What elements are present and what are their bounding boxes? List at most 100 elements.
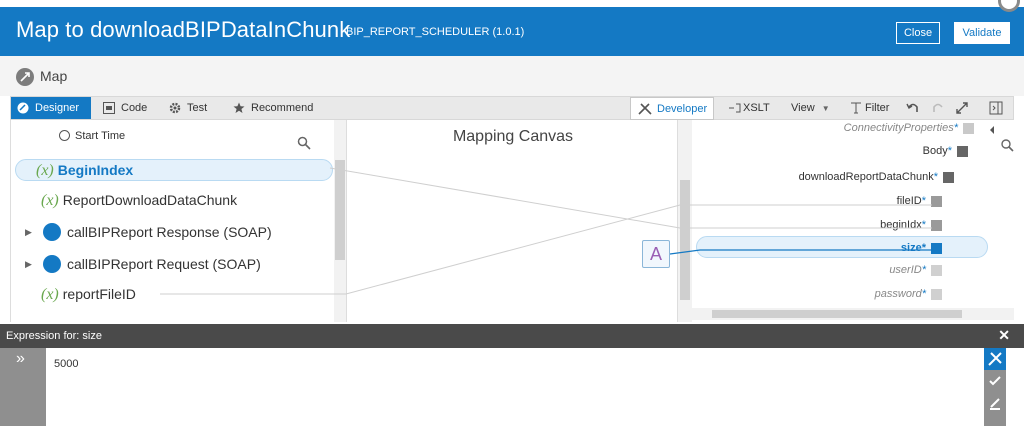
- search-icon[interactable]: [297, 136, 311, 150]
- tab-code[interactable]: Code: [97, 97, 157, 119]
- variable-icon: (x): [41, 192, 59, 209]
- filter-button[interactable]: Filter: [849, 97, 889, 119]
- integration-subtitle: BIP_REPORT_SCHEDULER (1.0.1): [346, 26, 525, 38]
- undo-icon[interactable]: [906, 101, 920, 115]
- tree-item-fileid[interactable]: fileID*: [897, 195, 942, 207]
- tree-item-downloadreportdatachunk[interactable]: downloadReportDataChunk*: [799, 171, 954, 183]
- tree-item-label: fileID: [896, 195, 922, 207]
- tree-item-label: size: [900, 242, 922, 254]
- expression-header: Expression for: size ✕: [0, 324, 1024, 348]
- user-avatar-icon[interactable]: [998, 0, 1020, 12]
- variable-icon: (x): [36, 162, 54, 179]
- caret-right-icon[interactable]: ▶: [25, 259, 32, 270]
- close-icon[interactable]: ✕: [998, 327, 1010, 344]
- map-icon: [16, 68, 34, 86]
- tree-item-label: reportFileID: [62, 286, 136, 302]
- tree-item-reportdownloaddatachunk[interactable]: (x) ReportDownloadDataChunk: [41, 192, 237, 210]
- tree-item-label: BeginIndex: [57, 162, 134, 178]
- tree-item-label: password: [874, 288, 922, 300]
- string-type-icon: [931, 264, 942, 276]
- tree-item-label: callBIPReport Request (SOAP): [67, 256, 261, 272]
- tree-item-label: ReportDownloadDataChunk: [62, 192, 238, 208]
- validate-button[interactable]: Validate: [954, 22, 1010, 44]
- tree-item-beginidx[interactable]: beginIdx*: [880, 219, 942, 231]
- developer-toggle[interactable]: Developer: [630, 97, 714, 120]
- tools-icon: [988, 352, 1002, 366]
- expand-icon[interactable]: [955, 101, 969, 115]
- redo-icon[interactable]: [931, 101, 945, 115]
- variable-icon: (x): [41, 286, 59, 303]
- source-scrollbar[interactable]: [334, 120, 346, 322]
- soap-service-icon: [43, 223, 61, 242]
- required-marker: *: [953, 122, 958, 134]
- tree-item-callbipreport-response[interactable]: ▶ callBIPReport Response (SOAP): [25, 223, 272, 242]
- required-marker: *: [921, 264, 926, 276]
- canvas-title: Mapping Canvas: [452, 128, 574, 145]
- pencil-icon: [990, 398, 1000, 410]
- tree-item-label: downloadReportDataChunk: [798, 171, 934, 183]
- chevron-double-right-icon[interactable]: »: [16, 350, 25, 368]
- string-type-icon: [931, 195, 942, 207]
- tree-item-label: userID: [889, 264, 922, 276]
- target-tree-panel: ConnectivityProperties* Body* downloadRe…: [692, 120, 1014, 310]
- tab-test[interactable]: Test: [163, 97, 221, 119]
- tree-item-label: Body: [922, 145, 948, 157]
- node-icon: [943, 171, 954, 183]
- collapse-icon[interactable]: [988, 124, 1014, 156]
- selected-row-highlight: [696, 236, 988, 258]
- gear-icon: [169, 102, 181, 114]
- tree-item-userid[interactable]: userID*: [889, 264, 942, 276]
- tab-recommend-label: Recommend: [251, 102, 314, 114]
- panel-toggle-icon[interactable]: [989, 101, 1003, 115]
- tools-button[interactable]: [984, 348, 1006, 370]
- top-strip: [0, 0, 1024, 7]
- tools-icon: [638, 103, 652, 115]
- map-header: Map: [0, 56, 1024, 96]
- view-menu[interactable]: View ▼: [791, 97, 830, 119]
- tree-item-body[interactable]: Body*: [923, 145, 968, 157]
- target-vertical-scrollbar[interactable]: [678, 120, 692, 322]
- clock-icon: [59, 129, 70, 141]
- tree-item-connectivityproperties[interactable]: ConnectivityProperties*: [844, 122, 974, 134]
- tree-item-callbipreport-request[interactable]: ▶ callBIPReport Request (SOAP): [25, 255, 261, 274]
- close-button[interactable]: Close: [896, 22, 940, 44]
- tree-item-label: callBIPReport Response (SOAP): [67, 224, 272, 240]
- scroll-thumb[interactable]: [712, 310, 962, 318]
- literal-function-node[interactable]: A: [642, 240, 670, 268]
- target-horizontal-scrollbar[interactable]: [692, 308, 1014, 320]
- apply-button[interactable]: [984, 370, 1006, 392]
- expression-value[interactable]: 5000: [54, 358, 78, 370]
- chevron-down-icon: ▼: [821, 104, 830, 113]
- tree-item-reportfileid[interactable]: (x) reportFileID: [41, 286, 136, 304]
- tree-item-beginindex[interactable]: (x) BeginIndex: [15, 159, 333, 181]
- tree-item-label: Start Time: [75, 130, 126, 142]
- tab-recommend[interactable]: Recommend: [227, 97, 317, 119]
- mapper-toolbar: Designer Code Test Recommend Developer X…: [10, 96, 1014, 120]
- scroll-thumb[interactable]: [680, 180, 690, 300]
- tab-designer-label: Designer: [35, 102, 80, 114]
- number-type-icon: [931, 242, 942, 254]
- caret-right-icon[interactable]: ▶: [25, 227, 32, 238]
- view-label: View: [791, 102, 815, 114]
- scroll-thumb[interactable]: [335, 160, 345, 260]
- expression-editor[interactable]: 5000: [46, 348, 978, 426]
- node-icon: [963, 122, 974, 134]
- expression-tools: [978, 348, 1024, 426]
- tree-item-size[interactable]: size*: [901, 242, 942, 254]
- xslt-button[interactable]: XSLT: [727, 97, 770, 119]
- soap-service-icon: [43, 255, 61, 274]
- edit-button[interactable]: [984, 392, 1006, 414]
- tree-item-password[interactable]: password*: [875, 288, 942, 300]
- number-type-icon: [931, 219, 942, 231]
- required-marker: *: [921, 219, 926, 231]
- developer-label: Developer: [657, 103, 708, 115]
- checkmark-icon: [989, 376, 1001, 386]
- map-label: Map: [40, 68, 68, 84]
- required-marker: *: [933, 171, 938, 183]
- required-marker: *: [921, 242, 926, 254]
- tree-item-start-time[interactable]: Start Time: [59, 129, 126, 142]
- tab-designer[interactable]: Designer: [11, 97, 91, 119]
- designer-icon: [17, 102, 29, 114]
- tab-code-label: Code: [121, 102, 148, 114]
- source-tree-panel: Start Time (x) BeginIndex (x) ReportDownlo…: [10, 120, 346, 322]
